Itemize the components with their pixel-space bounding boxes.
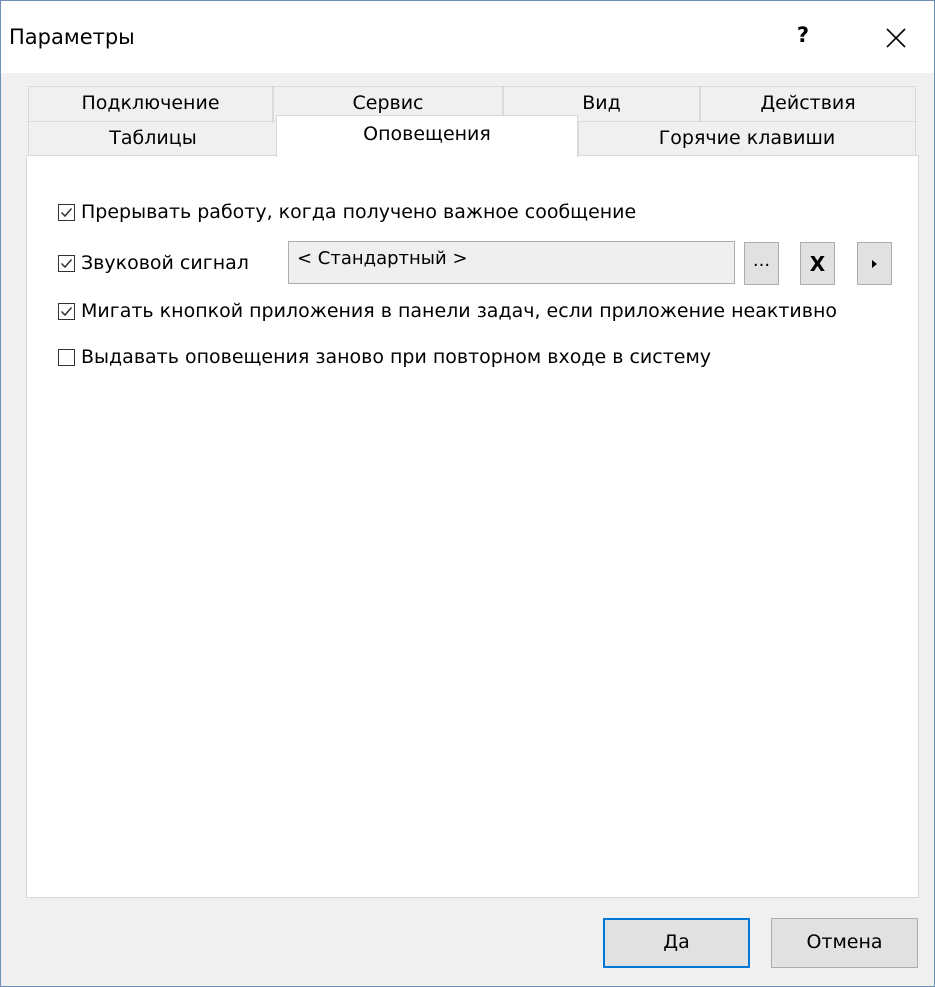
tab-connection[interactable]: Подключение [28, 86, 273, 121]
tab-notifications[interactable]: Оповещения [276, 115, 578, 157]
title-bar: Параметры ? [1, 1, 934, 73]
option-renotify-login-label: Выдавать оповещения заново при повторном… [81, 346, 712, 368]
option-sound-label: Звуковой сигнал [81, 252, 249, 274]
cancel-button[interactable]: Отмена [771, 918, 918, 968]
checkmark-icon [60, 207, 73, 217]
browse-sound-button[interactable]: ... [744, 242, 779, 285]
tab-tables[interactable]: Таблицы [28, 121, 278, 155]
play-sound-button[interactable] [857, 242, 892, 285]
sound-selector-field[interactable]: < Стандартный > [288, 241, 735, 284]
tab-strip: Подключение Сервис Вид Действия Таблицы … [28, 86, 916, 157]
checkbox-renotify-login[interactable] [58, 348, 75, 366]
dialog-title: Параметры [9, 25, 135, 49]
option-sound[interactable]: Звуковой сигнал [58, 250, 249, 276]
option-flash-taskbar[interactable]: Мигать кнопкой приложения в панели задач… [58, 298, 837, 324]
close-button[interactable] [879, 21, 913, 55]
play-icon [872, 260, 877, 268]
checkbox-flash-taskbar[interactable] [58, 302, 75, 320]
ok-button[interactable]: Да [603, 918, 750, 968]
tab-actions[interactable]: Действия [700, 86, 916, 121]
option-interrupt[interactable]: Прерывать работу, когда получено важное … [58, 199, 636, 225]
checkbox-interrupt[interactable] [58, 203, 75, 221]
checkmark-icon [60, 258, 73, 268]
option-flash-taskbar-label: Мигать кнопкой приложения в панели задач… [81, 300, 837, 322]
option-renotify-login[interactable]: Выдавать оповещения заново при повторном… [58, 344, 711, 370]
close-icon [886, 28, 906, 48]
tab-hotkeys[interactable]: Горячие клавиши [578, 121, 916, 155]
checkmark-icon [60, 306, 73, 316]
clear-sound-button[interactable]: X [800, 242, 835, 285]
help-button[interactable]: ? [791, 23, 815, 53]
checkbox-sound[interactable] [58, 254, 75, 272]
option-interrupt-label: Прерывать работу, когда получено важное … [81, 201, 637, 223]
